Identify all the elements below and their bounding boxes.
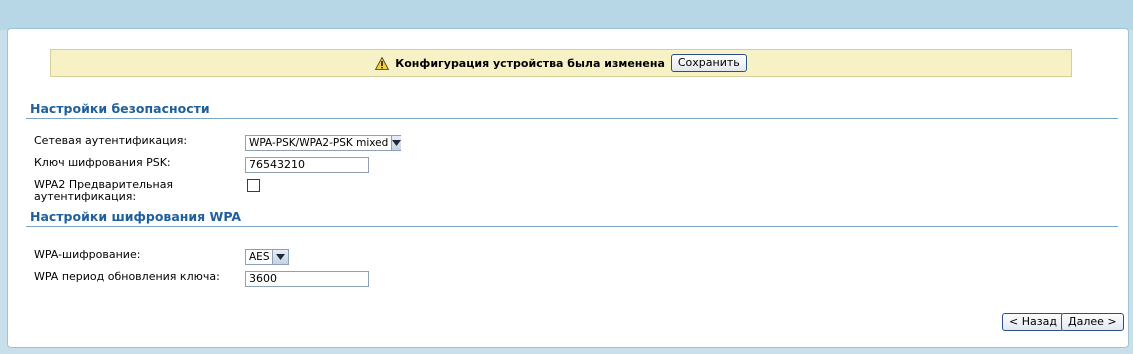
psk-input[interactable]: 76543210 — [245, 157, 369, 173]
rekey-input[interactable]: 3600 — [245, 271, 369, 287]
cipher-select-value: AES — [249, 251, 270, 263]
back-button[interactable]: < Назад — [1002, 313, 1064, 331]
security-section-title: Настройки безопасности — [30, 101, 210, 116]
preauth-checkbox[interactable] — [247, 179, 260, 192]
settings-panel: Конфигурация устройства была изменена Со… — [7, 28, 1129, 348]
preauth-label-line2: аутентификация: — [34, 190, 137, 203]
warning-icon — [375, 56, 390, 70]
psk-label: Ключ шифрования PSK: — [34, 156, 171, 169]
security-section-divider — [26, 118, 1118, 119]
auth-select[interactable]: WPA-PSK/WPA2-PSK mixed — [245, 135, 402, 151]
preauth-label: WPA2 Предварительная аутентификация: — [34, 179, 173, 203]
next-button[interactable]: Далее > — [1061, 313, 1124, 331]
cipher-select[interactable]: AES — [245, 249, 289, 265]
rekey-label: WPA период обновления ключа: — [34, 270, 220, 283]
chevron-down-icon[interactable] — [272, 250, 288, 264]
cipher-label: WPA-шифрование: — [34, 248, 141, 261]
wpa-section-title: Настройки шифрования WPA — [30, 209, 242, 224]
auth-label: Сетевая аутентификация: — [34, 134, 188, 147]
config-changed-notice: Конфигурация устройства была изменена Со… — [50, 49, 1072, 77]
notice-text: Конфигурация устройства была изменена — [395, 56, 665, 70]
save-button[interactable]: Сохранить — [670, 54, 747, 72]
auth-select-value: WPA-PSK/WPA2-PSK mixed — [249, 137, 389, 149]
top-header-band — [0, 0, 1133, 30]
chevron-down-icon[interactable] — [391, 136, 402, 150]
wpa-section-divider — [26, 226, 1118, 227]
